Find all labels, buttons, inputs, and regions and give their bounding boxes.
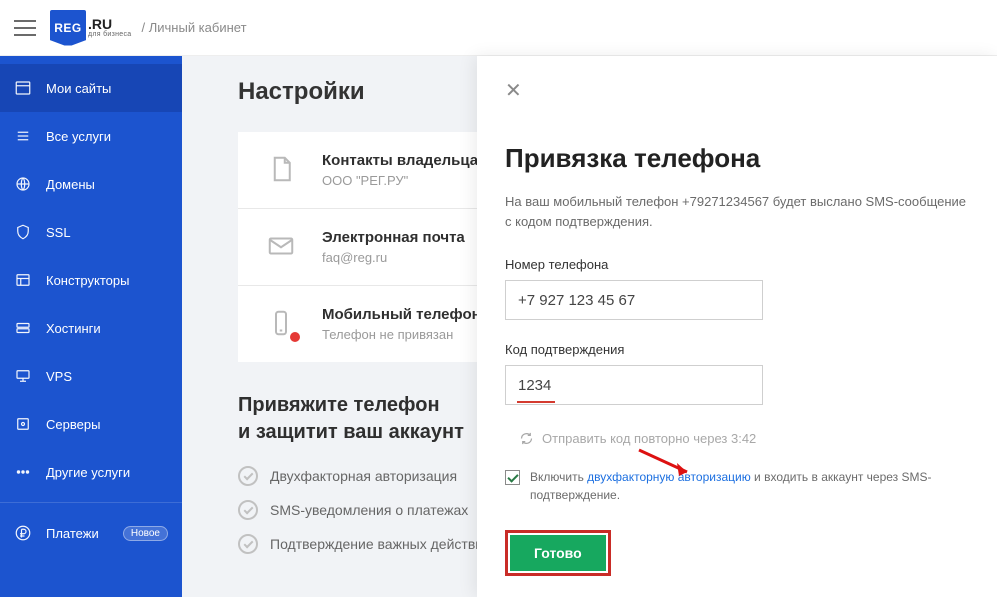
check-icon (238, 466, 258, 486)
twofa-link[interactable]: двухфакторную авторизацию (587, 470, 751, 484)
sidebar-item-label: Конструкторы (46, 273, 168, 288)
sidebar-item-label: Серверы (46, 417, 168, 432)
shield-icon (14, 223, 32, 241)
logo-sub: для бизнеса (88, 31, 132, 38)
header: REG .RU для бизнеса / Личный кабинет (0, 0, 997, 56)
sidebar-item-my-sites[interactable]: Мои сайты (0, 64, 182, 112)
sidebar-item-domains[interactable]: Домены (0, 160, 182, 208)
logo-tld: .RU (88, 17, 132, 31)
breadcrumb: / Личный кабинет (142, 20, 247, 35)
document-icon (264, 152, 298, 186)
new-badge: Новое (123, 526, 168, 541)
sidebar-item-label: Домены (46, 177, 168, 192)
sidebar-item-vps[interactable]: VPS (0, 352, 182, 400)
globe-icon (14, 175, 32, 193)
submit-button[interactable]: Готово (510, 535, 606, 571)
sidebar-separator (0, 502, 182, 503)
vps-icon (14, 367, 32, 385)
mail-icon (264, 229, 298, 263)
sidebar: Мои сайты Все услуги Домены SSL Конструк… (0, 56, 182, 597)
sidebar-item-label: Хостинги (46, 321, 168, 336)
sidebar-item-label: VPS (46, 369, 168, 384)
host-icon (14, 319, 32, 337)
bind-phone-modal: ✕ Привязка телефона На ваш мобильный тел… (477, 56, 997, 597)
content-area: Настройки Контакты владельца ООО "РЕГ.РУ… (182, 56, 997, 597)
modal-description: На ваш мобильный телефон +79271234567 бу… (505, 192, 969, 231)
phone-value: Телефон не привязан (322, 327, 481, 342)
close-icon[interactable]: ✕ (505, 78, 522, 103)
menu-toggle[interactable] (14, 20, 36, 36)
sidebar-item-label: Другие услуги (46, 465, 168, 480)
email-title: Электронная почта (322, 229, 465, 246)
sidebar-item-label: Мои сайты (46, 81, 168, 96)
sidebar-item-all-services[interactable]: Все услуги (0, 112, 182, 160)
sidebar-item-other[interactable]: Другие услуги (0, 448, 182, 496)
logo[interactable]: REG .RU для бизнеса (50, 10, 132, 46)
builder-icon (14, 271, 32, 289)
sidebar-item-builders[interactable]: Конструкторы (0, 256, 182, 304)
check-icon (238, 500, 258, 520)
submit-highlight: Готово (505, 530, 611, 576)
resend-timer: Отправить код повторно через 3:42 (519, 431, 969, 446)
sidebar-item-label: Все услуги (46, 129, 168, 144)
contacts-title: Контакты владельца (322, 152, 478, 169)
logo-reg: REG (54, 21, 82, 35)
email-value: faq@reg.ru (322, 250, 465, 265)
phone-icon (264, 306, 298, 340)
list-icon (14, 127, 32, 145)
ruble-icon (14, 524, 32, 542)
sites-icon (14, 79, 32, 97)
phone-field-label: Номер телефона (505, 257, 969, 272)
code-field-label: Код подтверждения (505, 342, 969, 357)
code-input[interactable] (505, 365, 763, 405)
contacts-value: ООО "РЕГ.РУ" (322, 173, 478, 188)
phone-title: Мобильный телефон (322, 306, 481, 323)
sidebar-item-payments[interactable]: Платежи Новое (0, 509, 182, 557)
alert-dot-icon (290, 332, 300, 342)
twofa-checkbox[interactable] (505, 470, 520, 485)
phone-input[interactable] (505, 280, 763, 320)
sidebar-item-label: Платежи (46, 526, 109, 541)
dots-icon (14, 463, 32, 481)
sidebar-item-ssl[interactable]: SSL (0, 208, 182, 256)
server-icon (14, 415, 32, 433)
twofa-row: Включить двухфакторную авторизацию и вхо… (505, 468, 969, 504)
sidebar-item-label: SSL (46, 225, 168, 240)
sidebar-item-servers[interactable]: Серверы (0, 400, 182, 448)
sidebar-item-hosting[interactable]: Хостинги (0, 304, 182, 352)
refresh-icon (519, 431, 534, 446)
modal-title: Привязка телефона (505, 143, 969, 174)
twofa-text: Включить двухфакторную авторизацию и вхо… (530, 468, 969, 504)
check-icon (238, 534, 258, 554)
